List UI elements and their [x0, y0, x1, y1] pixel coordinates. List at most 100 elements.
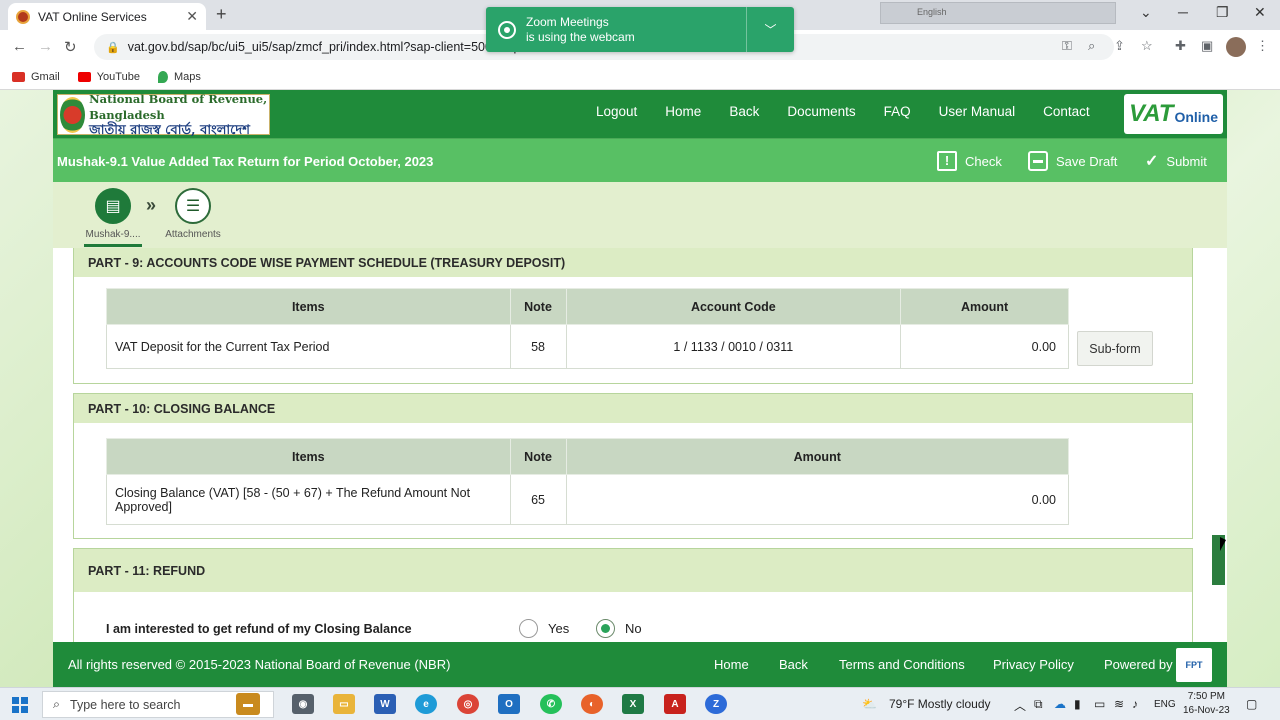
- zoom-lens-icon[interactable]: ⌕: [1088, 38, 1095, 54]
- zoom-webcam-notification[interactable]: Zoom Meetings is using the webcam ﹀: [486, 7, 794, 52]
- check-button[interactable]: ! Check: [937, 151, 1002, 171]
- site-footer: All rights reserved © 2015-2023 National…: [53, 642, 1227, 687]
- microphone-icon[interactable]: ▮: [1074, 697, 1081, 711]
- list-icon: ☰: [175, 188, 211, 224]
- refund-no-option[interactable]: No: [596, 619, 642, 638]
- amount-field[interactable]: 0.00: [900, 324, 1069, 369]
- exclamation-icon: !: [937, 151, 957, 171]
- outlook-icon[interactable]: O: [498, 694, 520, 714]
- refund-question: I am interested to get refund of my Clos…: [106, 622, 412, 636]
- part10-heading: PART - 10: CLOSING BALANCE: [74, 394, 1192, 423]
- footer-privacy-link[interactable]: Privacy Policy: [993, 657, 1074, 672]
- notifications-icon[interactable]: ▢: [1246, 697, 1257, 711]
- logo-bangla-name: জাতীয় রাজস্ব বোর্ড, বাংলাদেশ: [89, 122, 250, 138]
- part9-heading: PART - 9: ACCOUNTS CODE WISE PAYMENT SCH…: [74, 248, 1192, 277]
- nav-documents[interactable]: Documents: [787, 104, 855, 119]
- zoom-app-icon[interactable]: Z: [705, 694, 727, 714]
- item-cell: VAT Deposit for the Current Tax Period: [106, 324, 511, 369]
- word-icon[interactable]: W: [374, 694, 396, 714]
- profile-avatar[interactable]: [1226, 37, 1246, 57]
- wifi-icon[interactable]: ≋: [1114, 697, 1124, 711]
- nav-home[interactable]: Home: [665, 104, 701, 119]
- file-explorer-icon[interactable]: ▭: [333, 694, 355, 714]
- whatsapp-icon[interactable]: ✆: [540, 694, 562, 714]
- camera-app-icon[interactable]: ◉: [292, 694, 314, 714]
- bookmark-gmail[interactable]: Gmail: [12, 71, 60, 83]
- col-items: Items: [106, 438, 511, 475]
- col-note: Note: [509, 288, 567, 325]
- form-title: Mushak-9.1 Value Added Tax Return for Pe…: [57, 154, 434, 169]
- step-mushak[interactable]: ▤ Mushak-9....: [83, 188, 143, 240]
- tray-chevron-icon[interactable]: ︿: [1014, 697, 1026, 714]
- col-items: Items: [106, 288, 511, 325]
- system-clock[interactable]: 7:50 PM 16-Nov-23: [1183, 690, 1230, 718]
- notification-expand-icon[interactable]: ﹀: [746, 7, 794, 52]
- footer-home-link[interactable]: Home: [714, 657, 749, 672]
- language-toolbar[interactable]: English: [880, 2, 1116, 24]
- acrobat-icon[interactable]: A: [664, 694, 686, 714]
- back-arrow-icon[interactable]: ←: [12, 38, 27, 55]
- excel-icon[interactable]: X: [622, 694, 644, 714]
- part11-heading: PART - 11: REFUND: [74, 549, 1192, 592]
- nav-back[interactable]: Back: [729, 104, 759, 119]
- tab-title: VAT Online Services: [38, 9, 147, 24]
- bookmark-star-icon[interactable]: ☆: [1141, 38, 1153, 54]
- part9-table: Items Note Account Code Amount VAT Depos…: [106, 288, 1069, 369]
- tab-search-icon[interactable]: ⌄: [1140, 4, 1152, 21]
- weather-text[interactable]: 79°F Mostly cloudy: [889, 697, 991, 711]
- radio-no[interactable]: [596, 619, 615, 638]
- edge-icon[interactable]: e: [415, 694, 437, 714]
- search-icon: ⌕: [53, 697, 61, 711]
- sub-form-button[interactable]: Sub-form: [1077, 331, 1153, 366]
- footer-powered-by: Powered by: [1104, 657, 1173, 672]
- forward-arrow-icon[interactable]: →: [38, 38, 53, 55]
- footer-back-link[interactable]: Back: [779, 657, 808, 672]
- weather-icon: ⛅: [862, 697, 877, 711]
- input-language[interactable]: ENG: [1154, 699, 1176, 710]
- close-window-icon[interactable]: ✕: [1254, 4, 1266, 21]
- refund-yes-option[interactable]: Yes: [519, 619, 569, 638]
- step-attachments[interactable]: ☰ Attachments: [163, 188, 223, 240]
- vat-online-logo[interactable]: VAT Online: [1124, 94, 1223, 134]
- top-navigation: Logout Home Back Documents FAQ User Manu…: [596, 104, 1090, 119]
- briefcase-app-icon[interactable]: ▬: [236, 693, 260, 715]
- tab-close-icon[interactable]: ✕: [186, 8, 198, 25]
- reload-icon[interactable]: ↻: [64, 38, 77, 56]
- firefox-icon[interactable]: ◐: [581, 694, 603, 714]
- footer-terms-link[interactable]: Terms and Conditions: [839, 657, 965, 672]
- nav-logout[interactable]: Logout: [596, 104, 637, 119]
- save-draft-button[interactable]: ▬ Save Draft: [1028, 151, 1117, 171]
- bookmark-maps[interactable]: Maps: [157, 70, 201, 83]
- account-code-cell: 1 / 1133 / 0010 / 0311: [565, 324, 902, 369]
- battery-icon[interactable]: ▭: [1094, 697, 1105, 711]
- amount-field[interactable]: 0.00: [565, 474, 1070, 525]
- submit-button[interactable]: ✓ Submit: [1145, 151, 1207, 171]
- browser-tab[interactable]: VAT Online Services ✕: [8, 3, 206, 30]
- menu-kebab-icon[interactable]: ⋮: [1256, 38, 1269, 54]
- maximize-icon[interactable]: ❐: [1216, 4, 1229, 21]
- onedrive-icon[interactable]: ☁: [1054, 697, 1066, 711]
- side-panel-icon[interactable]: ▣: [1201, 38, 1213, 54]
- new-tab-button[interactable]: +: [216, 4, 227, 25]
- windows-start-icon[interactable]: [12, 697, 28, 713]
- url-text: vat.gov.bd/sap/bc/ui5_ui5/sap/zmcf_pri/i…: [127, 40, 521, 54]
- tray-apps-icon[interactable]: ⧉: [1034, 697, 1043, 712]
- minimize-icon[interactable]: ─: [1178, 4, 1188, 20]
- nav-user-manual[interactable]: User Manual: [939, 104, 1016, 119]
- nbr-seal-icon: [60, 96, 86, 133]
- radio-yes[interactable]: [519, 619, 538, 638]
- windows-taskbar: ⌕ Type here to search ▬ ◉ ▭ W e ◎ O ✆ ◐ …: [0, 687, 1280, 720]
- volume-icon[interactable]: ♪: [1132, 697, 1138, 711]
- chrome-icon[interactable]: ◎: [457, 694, 479, 714]
- share-icon[interactable]: ⇪: [1114, 38, 1125, 54]
- extensions-icon[interactable]: ✚: [1175, 38, 1186, 54]
- bookmarks-bar: Gmail YouTube Maps: [0, 64, 1280, 90]
- site-header: National Board of Revenue, Bangladesh জা…: [53, 90, 1227, 138]
- save-disk-icon: ▬: [1028, 151, 1048, 171]
- fpt-logo[interactable]: FPT: [1176, 648, 1212, 682]
- nav-contact[interactable]: Contact: [1043, 104, 1090, 119]
- nav-faq[interactable]: FAQ: [884, 104, 911, 119]
- nbr-logo[interactable]: National Board of Revenue, Bangladesh জা…: [57, 92, 270, 138]
- bookmark-youtube[interactable]: YouTube: [77, 71, 140, 83]
- key-icon[interactable]: ⚿: [1062, 38, 1072, 54]
